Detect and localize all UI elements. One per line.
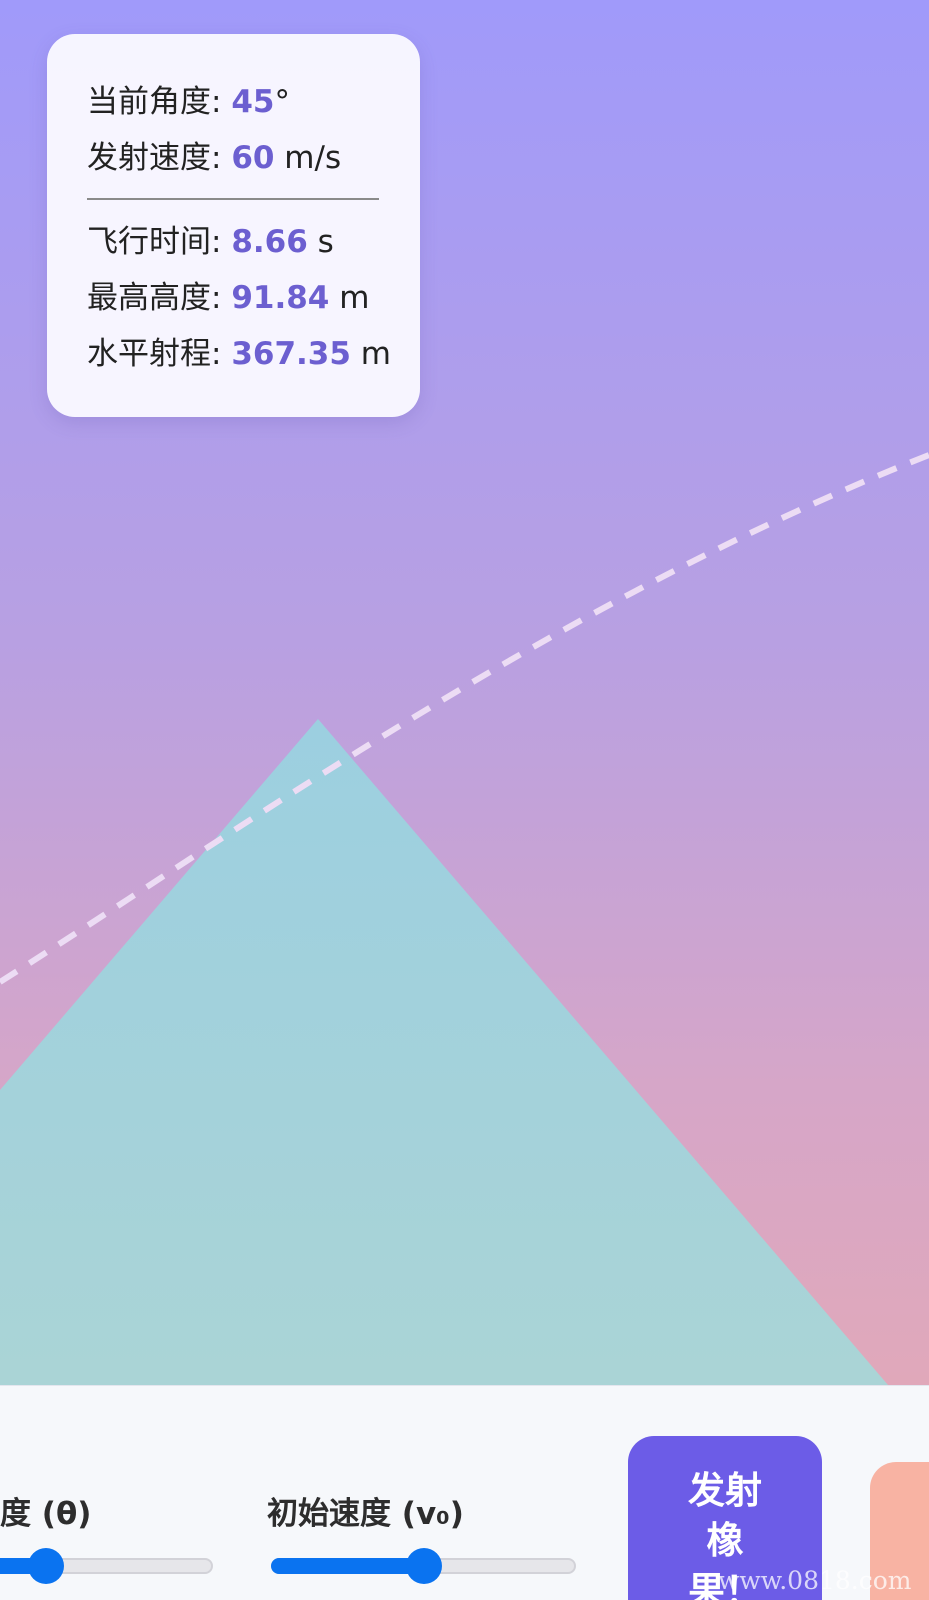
range-label: 水平射程:	[87, 336, 232, 372]
range-value: 367.35	[231, 336, 351, 372]
angle-stat: 当前角度: 45°	[87, 74, 382, 130]
speed-slider-fill	[271, 1558, 424, 1574]
max-height-label: 最高高度:	[87, 280, 232, 316]
flight-time-value: 8.66	[231, 224, 308, 260]
range-stat: 水平射程: 367.35 m	[87, 326, 391, 382]
stats-divider	[87, 198, 379, 200]
flight-time-label: 飞行时间:	[87, 224, 232, 260]
speed-stat-label: 发射速度:	[87, 140, 232, 176]
speed-stat: 发射速度: 60 m/s	[87, 130, 382, 186]
speed-slider-thumb[interactable]	[405, 1548, 442, 1584]
flight-time-stat: 飞行时间: 8.66 s	[87, 214, 382, 270]
max-height-value: 91.84	[231, 280, 330, 316]
game-screen: 当前角度: 45° 发射速度: 60 m/s 飞行时间: 8.66 s 最高高度…	[0, 0, 929, 1600]
angle-control-label: 度 (θ)	[0, 1496, 92, 1532]
launch-button-line1: 发射	[688, 1469, 762, 1512]
speed-stat-value: 60	[231, 140, 275, 176]
range-unit: m	[350, 336, 392, 372]
max-height-stat: 最高高度: 91.84 m	[87, 270, 382, 326]
angle-stat-label: 当前角度:	[87, 84, 232, 120]
speed-stat-unit: m/s	[274, 140, 342, 176]
watermark: www.0818.com	[718, 1566, 912, 1595]
stats-panel: 当前角度: 45° 发射速度: 60 m/s 飞行时间: 8.66 s 最高高度…	[47, 34, 420, 417]
launch-button-line2: 橡	[706, 1519, 744, 1562]
speed-control-label: 初始速度 (v₀)	[267, 1496, 464, 1532]
mountain-obstacle	[0, 719, 888, 1385]
angle-stat-value: 45	[231, 84, 275, 120]
max-height-unit: m	[329, 280, 370, 316]
angle-slider-thumb[interactable]	[27, 1548, 64, 1584]
angle-stat-unit: °	[274, 84, 290, 120]
flight-time-unit: s	[307, 224, 334, 260]
